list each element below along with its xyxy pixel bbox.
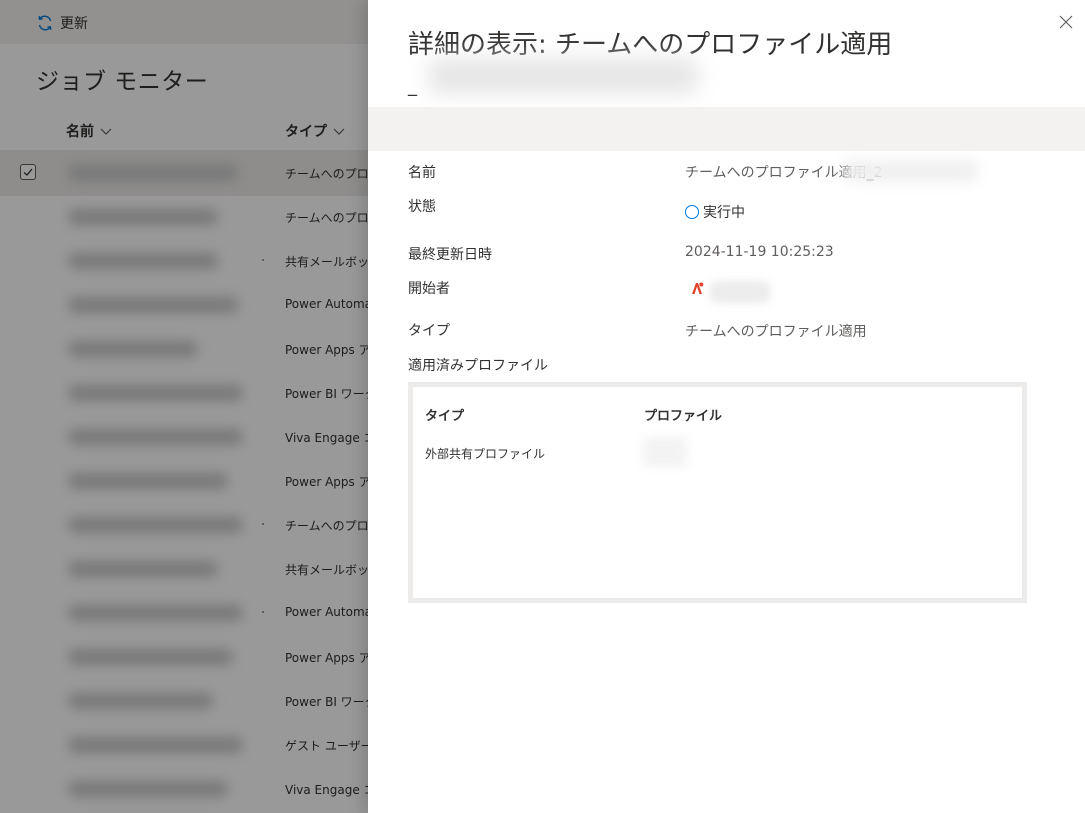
field-label-name: 名前	[408, 165, 436, 181]
status-running-icon	[685, 205, 699, 219]
field-value-updated: 2024-11-19 10:25:23	[685, 244, 834, 260]
user-avatar-icon	[692, 282, 704, 294]
field-label-applied-profiles: 適用済みプロファイル	[408, 358, 548, 374]
details-panel: 詳細の表示: チームへのプロファイル適用 _ 名前 チームへのプロファイル適用_…	[368, 0, 1085, 813]
field-label-updated: 最終更新日時	[408, 247, 492, 263]
redacted-profile	[643, 437, 687, 467]
redacted-name-suffix	[844, 160, 978, 182]
status-indicator: 実行中	[685, 202, 745, 222]
table-header-type: タイプ	[425, 409, 465, 424]
field-value-type: チームへのプロファイル適用	[685, 324, 867, 340]
redacted-subtitle	[428, 58, 698, 94]
redacted-initiator	[710, 281, 770, 303]
field-label-type: タイプ	[408, 323, 450, 339]
applied-profiles-table: タイプ プロファイル 外部共有プロファイル	[408, 382, 1027, 603]
close-icon[interactable]	[1058, 14, 1074, 30]
panel-toolbar-band	[368, 107, 1085, 151]
panel-subtitle: _	[408, 76, 417, 97]
field-label-status: 状態	[408, 199, 436, 215]
panel-title: 詳細の表示: チームへのプロファイル適用	[408, 30, 893, 60]
field-label-initiator: 開始者	[408, 281, 450, 297]
table-header-profile: プロファイル	[644, 409, 723, 424]
field-value-status: 実行中	[703, 205, 745, 221]
table-cell-type: 外部共有プロファイル	[425, 447, 546, 461]
